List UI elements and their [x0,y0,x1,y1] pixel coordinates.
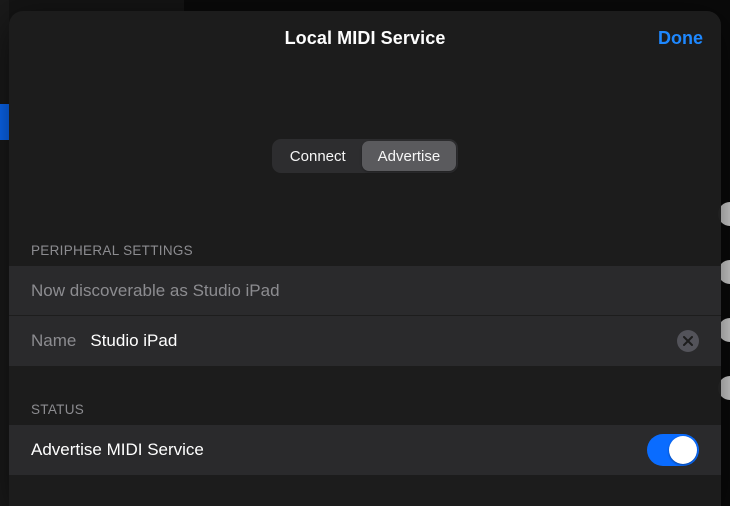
peripheral-settings-group: Now discoverable as Studio iPad Name [9,266,721,366]
discoverable-row: Now discoverable as Studio iPad [9,266,721,316]
advertise-toggle-row: Advertise MIDI Service [9,425,721,475]
background-accent-strip [0,0,9,506]
name-row: Name [9,316,721,366]
done-button[interactable]: Done [658,11,703,65]
segmented-control: Connect Advertise [272,139,458,173]
segmented-control-wrap: Connect Advertise [9,139,721,173]
clear-text-button[interactable] [677,330,699,352]
discoverable-text: Now discoverable as Studio iPad [31,281,280,301]
modal-sheet: Local MIDI Service Done Connect Advertis… [9,11,721,506]
advertise-toggle-label: Advertise MIDI Service [31,440,647,460]
name-input[interactable] [90,331,677,351]
advertise-toggle[interactable] [647,434,699,466]
sheet-header: Local MIDI Service Done [9,11,721,65]
tab-advertise[interactable]: Advertise [362,141,457,171]
sheet-title: Local MIDI Service [285,28,446,49]
section-header-peripheral: PERIPHERAL SETTINGS [9,243,721,258]
close-icon [683,336,693,346]
name-label: Name [31,331,76,351]
section-header-status: STATUS [9,402,721,417]
toggle-knob [669,436,697,464]
status-group: Advertise MIDI Service [9,425,721,475]
tab-connect[interactable]: Connect [274,141,362,171]
